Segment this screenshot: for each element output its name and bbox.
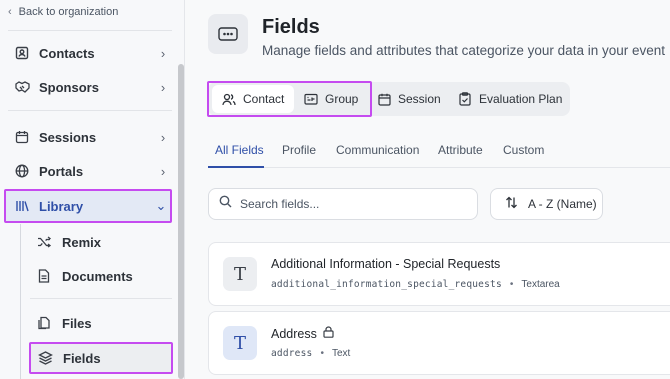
sidebar-subitem-documents[interactable]: Documents <box>30 261 172 291</box>
sidebar-subitem-label: Remix <box>62 234 102 250</box>
segment-group[interactable]: Group <box>304 82 358 116</box>
shuffle-icon <box>36 234 52 250</box>
tab-label: All Fields <box>215 143 264 157</box>
divider <box>30 298 172 299</box>
clipboard-check-icon <box>458 92 472 106</box>
submenu-rail <box>20 224 21 379</box>
field-name-text: Address <box>271 326 317 341</box>
group-folder-icon <box>304 92 318 106</box>
tab-label: Communication <box>336 143 420 157</box>
calendar-icon <box>377 92 391 106</box>
divider <box>8 110 172 111</box>
field-key: address <box>271 348 313 359</box>
sidebar-scrollbar[interactable] <box>178 64 184 379</box>
sidebar-item-portals[interactable]: Portals › <box>6 156 172 186</box>
segment-label: Evaluation Plan <box>479 92 563 106</box>
segment-label: Session <box>398 92 441 106</box>
page-subtitle: Manage fields and attributes that catego… <box>262 43 665 58</box>
back-label: Back to organization <box>18 6 119 18</box>
sidebar-subitem-remix[interactable]: Remix <box>30 227 172 257</box>
sort-button[interactable]: A - Z (Name) <box>490 188 603 220</box>
field-name: Additional Information - Special Request… <box>271 257 500 271</box>
globe-icon <box>14 163 30 179</box>
field-name: Address <box>271 326 334 341</box>
sidebar-subitem-label: Fields <box>63 350 101 366</box>
search-input[interactable] <box>240 197 460 211</box>
tab-custom[interactable]: Custom <box>503 143 544 157</box>
sidebar-item-label: Contacts <box>39 45 95 61</box>
chevron-right-icon: › <box>160 163 166 179</box>
tab-all-fields[interactable]: All Fields <box>215 143 264 157</box>
segment-contact[interactable]: Contact <box>212 85 295 113</box>
sidebar-item-sessions[interactable]: Sessions › <box>6 122 172 152</box>
handshake-icon <box>14 79 30 95</box>
files-icon <box>36 315 52 331</box>
sidebar: ‹ Back to organization Contacts › Sponso… <box>0 0 185 379</box>
field-type-letter: T <box>233 263 246 285</box>
field-category-tabs: All Fields Profile Communication Attribu… <box>208 136 670 168</box>
field-card[interactable]: T Address address • Text <box>208 311 670 375</box>
text-field-type-icon: T <box>223 326 257 360</box>
text-field-type-icon: T <box>223 257 257 291</box>
chevron-right-icon: › <box>160 129 166 145</box>
segment-evaluation-plan[interactable]: Evaluation Plan <box>458 82 562 116</box>
users-icon <box>222 92 236 106</box>
field-type-letter: T <box>233 332 246 354</box>
field-meta: additional_information_special_requests … <box>271 279 560 290</box>
sidebar-subitem-fields[interactable]: Fields <box>29 342 173 374</box>
lock-icon <box>323 326 334 341</box>
search-icon <box>219 195 232 213</box>
tab-label: Attribute <box>438 143 483 157</box>
page-title: Fields <box>262 16 320 38</box>
separator-dot: • <box>509 279 514 290</box>
sidebar-item-contacts[interactable]: Contacts › <box>6 38 172 68</box>
sort-label: A - Z (Name) <box>528 197 597 211</box>
segment-label: Contact <box>243 92 285 106</box>
sidebar-item-library[interactable]: Library ⌄ <box>4 189 172 223</box>
chevron-right-icon: › <box>160 79 166 95</box>
chevron-down-icon: ⌄ <box>155 198 167 213</box>
field-type: Textarea <box>521 279 560 290</box>
back-to-organization-link[interactable]: ‹ Back to organization <box>8 5 118 19</box>
calendar-icon <box>14 129 30 145</box>
tab-attribute[interactable]: Attribute <box>438 143 483 157</box>
sidebar-item-label: Sponsors <box>39 79 99 95</box>
separator-dot: • <box>320 348 324 359</box>
sidebar-subitem-label: Documents <box>62 268 133 284</box>
segment-session[interactable]: Session <box>377 82 441 116</box>
tab-communication[interactable]: Communication <box>336 143 419 157</box>
chevron-right-icon: › <box>160 45 166 61</box>
sidebar-subitem-files[interactable]: Files <box>30 308 172 338</box>
layers-icon <box>37 350 53 366</box>
active-tab-indicator <box>208 166 264 168</box>
field-meta: address • Text <box>271 348 350 359</box>
search-box <box>208 188 478 220</box>
sidebar-item-label: Library <box>39 198 84 214</box>
tab-label: Profile <box>282 143 317 157</box>
contact-card-icon <box>14 45 30 61</box>
divider <box>8 30 172 31</box>
library-icon <box>14 198 30 214</box>
field-key: additional_information_special_requests <box>271 279 502 290</box>
tab-label: Custom <box>503 143 545 157</box>
document-icon <box>36 268 52 284</box>
field-name-text: Additional Information - Special Request… <box>271 257 501 271</box>
fields-page-icon <box>208 14 248 54</box>
chevron-left-icon: ‹ <box>8 6 12 18</box>
sidebar-item-label: Portals <box>39 163 84 179</box>
sidebar-subitem-label: Files <box>62 315 92 331</box>
sidebar-item-label: Sessions <box>39 129 97 145</box>
field-card[interactable]: T Additional Information - Special Reque… <box>208 242 670 306</box>
entity-segmented-control: Contact Group Session Evaluation Plan <box>208 82 570 116</box>
field-type: Text <box>331 348 351 359</box>
sort-arrows-icon <box>505 196 518 212</box>
segment-label: Group <box>325 92 359 106</box>
main-content: Fields Manage fields and attributes that… <box>186 0 670 379</box>
sidebar-item-sponsors[interactable]: Sponsors › <box>6 72 172 102</box>
tab-profile[interactable]: Profile <box>282 143 316 157</box>
